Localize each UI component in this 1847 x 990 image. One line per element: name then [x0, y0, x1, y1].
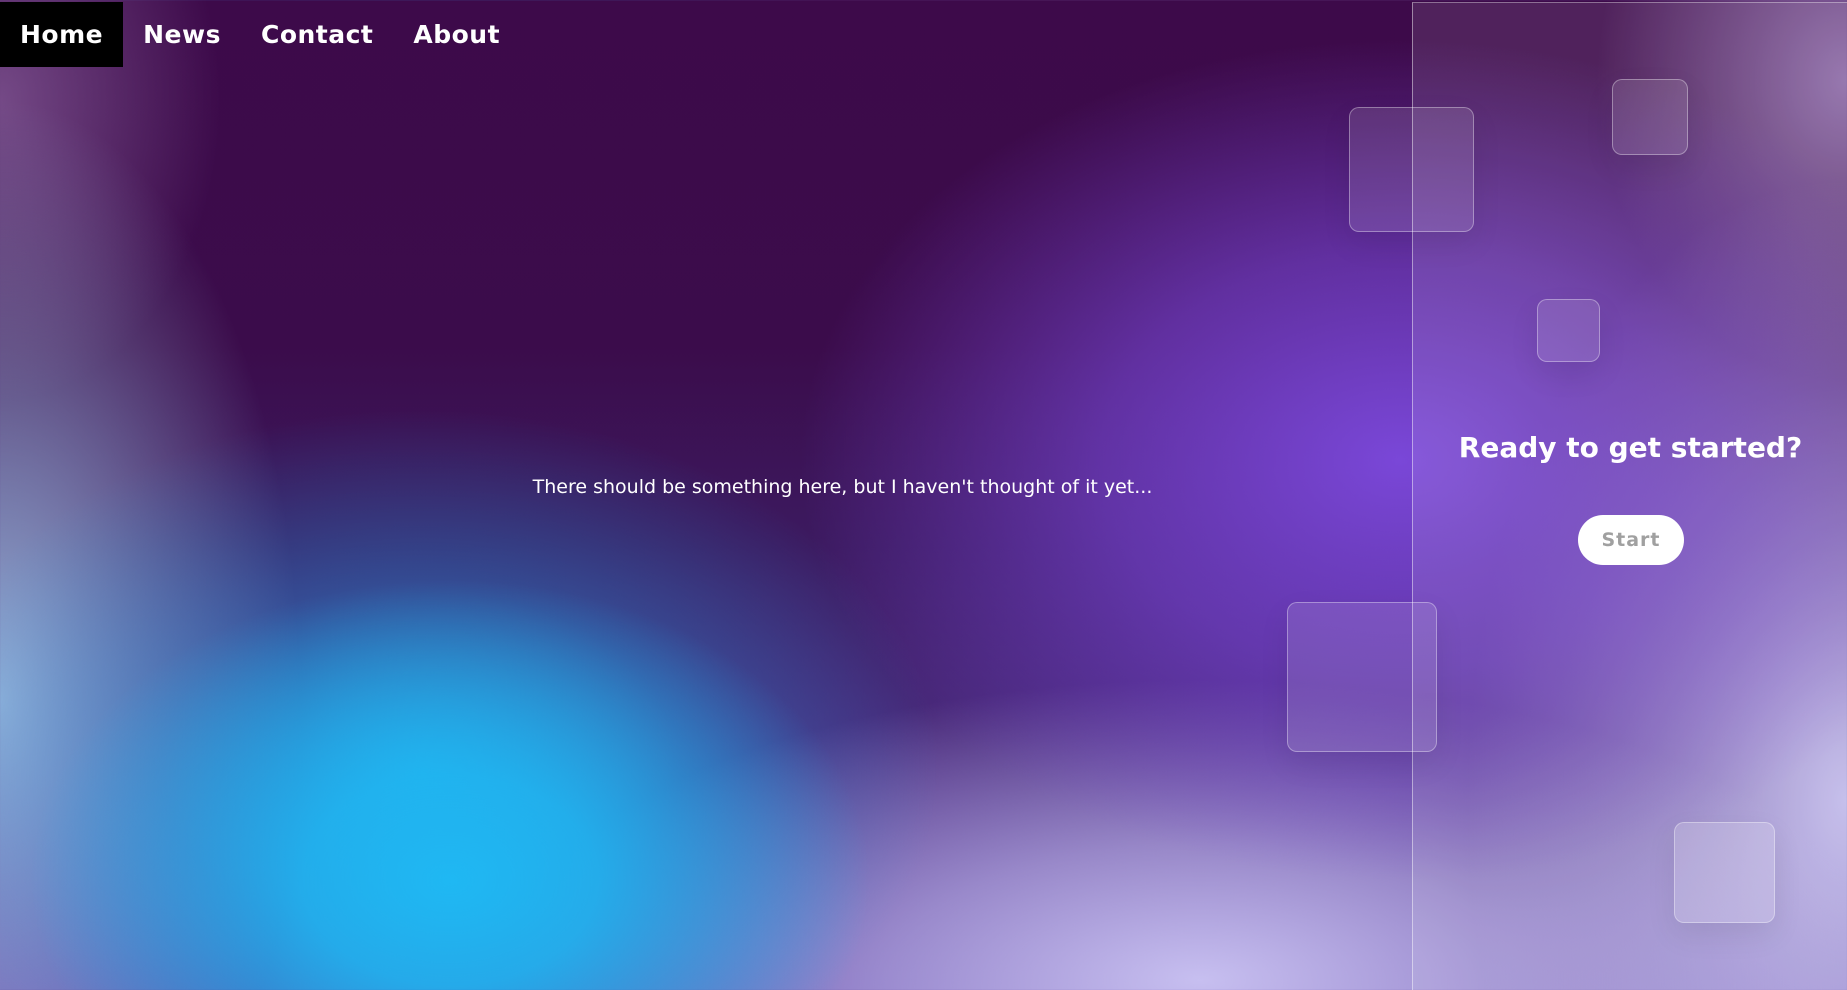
decorative-glass-square: [1612, 79, 1688, 155]
cta-title: Ready to get started?: [1458, 431, 1803, 464]
decorative-glass-square: [1349, 107, 1474, 232]
decorative-glass-square: [1674, 822, 1775, 923]
nav-item-news[interactable]: News: [123, 2, 241, 67]
nav-item-about[interactable]: About: [393, 2, 520, 67]
nav-item-home[interactable]: Home: [0, 2, 124, 67]
main-nav: Home News Contact About: [0, 2, 520, 67]
nav-item-contact[interactable]: Contact: [241, 2, 393, 67]
hero-placeholder-text: There should be something here, but I ha…: [532, 476, 1153, 498]
decorative-glass-square: [1537, 299, 1600, 362]
start-button[interactable]: Start: [1578, 515, 1684, 565]
decorative-glass-square: [1287, 602, 1437, 752]
